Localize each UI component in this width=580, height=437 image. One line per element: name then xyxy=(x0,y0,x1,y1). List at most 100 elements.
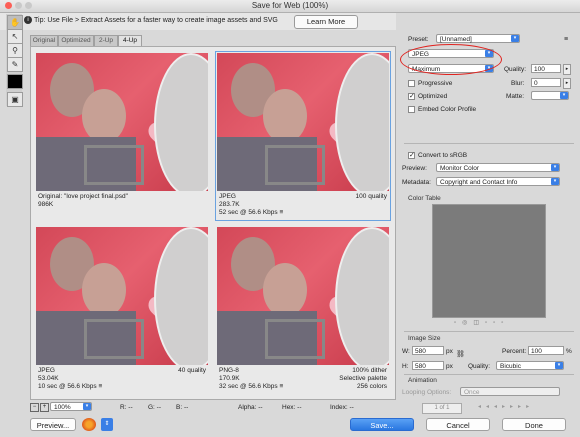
preview-cell-jpeg-40[interactable]: JPEG 53.04K 10 sec @ 56.6 Kbps ≡ 40 qual… xyxy=(34,225,210,395)
cell-menu-icon[interactable]: ≡ xyxy=(279,383,283,390)
metadata-label: Metadata: xyxy=(402,179,431,186)
link-icon[interactable]: ⛓ xyxy=(456,350,465,358)
matte-label: Matte: xyxy=(506,93,525,100)
matte-select[interactable]: ▾ xyxy=(531,91,569,100)
divider xyxy=(404,331,574,332)
woman-face xyxy=(82,263,126,317)
red-readout: R: -- xyxy=(120,404,133,411)
percent-label: Percent: xyxy=(502,348,527,355)
percent-unit: % xyxy=(566,348,572,355)
preview-button[interactable]: Preview... xyxy=(30,418,76,431)
toggle-slices-icon[interactable]: ▣ xyxy=(7,92,23,107)
circle-frame xyxy=(335,227,389,365)
done-button[interactable]: Done xyxy=(502,418,566,431)
selection-frame xyxy=(215,51,391,221)
cell-caption-left: PNG-8 170.9K 32 sec @ 56.6 Kbps ≡ xyxy=(219,367,284,390)
tip-bar: i Tip: Use File > Extract Assets for a f… xyxy=(0,13,396,30)
blur-label: Blur: xyxy=(511,80,525,87)
chevron-down-icon: ▾ xyxy=(511,35,519,42)
progressive-checkbox[interactable] xyxy=(408,80,415,87)
preview-select[interactable]: Monitor Color ▾ xyxy=(436,163,560,172)
image-size-label: Image Size xyxy=(408,335,441,342)
preview-panel: Original: "love project final.psd" 986K … xyxy=(30,46,396,400)
square-frame xyxy=(265,319,325,359)
embed-color-profile-label: Embed Color Profile xyxy=(418,106,477,113)
zoom-in-icon[interactable]: + xyxy=(40,403,49,412)
color-swatch[interactable] xyxy=(7,74,23,89)
embed-color-profile-checkbox[interactable] xyxy=(408,106,415,113)
cell-caption-right: 100% dither Selective palette 256 colors xyxy=(339,367,387,390)
hand-icon[interactable]: ✋ xyxy=(7,15,23,30)
optimized-label: Optimized xyxy=(418,93,448,100)
divider xyxy=(404,143,574,144)
blur-input[interactable]: 0 xyxy=(531,78,561,87)
annotation-circle xyxy=(400,44,502,75)
looping-options-select[interactable]: Once xyxy=(460,387,560,396)
save-button[interactable]: Save... xyxy=(350,418,414,431)
zoom-icon[interactable]: ⚲ xyxy=(7,43,23,58)
title-bar: Save for Web (100%) xyxy=(0,0,580,13)
tip-text: Tip: Use File > Extract Assets for a fas… xyxy=(34,17,278,24)
cell-menu-icon[interactable]: ≡ xyxy=(98,383,102,390)
quality-label: Quality: xyxy=(504,66,527,73)
hex-readout: Hex: -- xyxy=(282,404,302,411)
circle-frame xyxy=(154,53,208,191)
height-unit: px xyxy=(446,363,453,370)
blur-stepper[interactable]: ▸ xyxy=(563,78,571,89)
color-table-tools[interactable]: ▫◎◫▫▫▫ xyxy=(454,319,544,327)
preview-cell-original[interactable]: Original: "love project final.psd" 986K xyxy=(34,51,210,221)
dialog-buttons: Preview... ⇕ Save... Cancel Done xyxy=(0,414,580,437)
resample-quality-select[interactable]: Bicubic ▾ xyxy=(496,361,564,370)
height-input[interactable]: 580 xyxy=(412,361,444,370)
learn-more-button[interactable]: Learn More xyxy=(294,15,358,29)
preview-label: Preview: xyxy=(402,165,427,172)
width-input[interactable]: 580 xyxy=(412,346,444,355)
preset-select[interactable]: [Unnamed] ▾ xyxy=(436,34,520,43)
cell-caption-left: Original: "love project final.psd" 986K xyxy=(38,193,128,208)
optimize-settings-panel: Preset: [Unnamed] ▾ ≡ JPEG ▾ Maximum ▾ Qual… xyxy=(398,13,580,403)
preset-label: Preset: xyxy=(408,36,429,43)
square-frame xyxy=(84,319,144,359)
percent-input[interactable]: 100 xyxy=(528,346,564,355)
quality-input[interactable]: 100 xyxy=(531,64,561,73)
chevron-down-icon: ▾ xyxy=(560,92,568,99)
preview-image[interactable] xyxy=(36,227,208,365)
animation-label: Animation xyxy=(408,377,437,384)
browser-icon[interactable] xyxy=(82,418,96,431)
info-icon: i xyxy=(24,16,32,24)
quality-stepper[interactable]: ▸ xyxy=(563,64,571,75)
preview-cell-jpeg-100[interactable]: JPEG 283.7K 52 sec @ 56.6 Kbps ≡ 100 qua… xyxy=(215,51,391,221)
browser-select-arrow[interactable]: ⇕ xyxy=(101,418,113,431)
resample-quality-label: Quality: xyxy=(468,363,491,370)
divider xyxy=(404,374,574,375)
zoom-select[interactable]: 100% ▾ xyxy=(50,402,92,411)
zoom-out-icon[interactable]: − xyxy=(30,403,39,412)
playback-buttons[interactable]: ◂◂◂▸▸▸▸ xyxy=(478,403,534,410)
circle-frame xyxy=(154,227,208,365)
optimize-menu-icon[interactable]: ≡ xyxy=(564,36,568,43)
chevron-down-icon: ▾ xyxy=(551,164,559,171)
woman-face xyxy=(263,263,307,317)
preview-image[interactable] xyxy=(36,53,208,191)
alpha-readout: Alpha: -- xyxy=(238,404,263,411)
progressive-label: Progressive xyxy=(418,80,453,87)
cell-caption-left: JPEG 53.04K 10 sec @ 56.6 Kbps ≡ xyxy=(38,367,103,390)
color-table[interactable] xyxy=(432,204,546,318)
convert-srgb-checkbox[interactable]: ✓ xyxy=(408,152,415,159)
woman-face xyxy=(82,89,126,143)
optimized-checkbox[interactable]: ✓ xyxy=(408,93,415,100)
preview-cell-png-8[interactable]: PNG-8 170.9K 32 sec @ 56.6 Kbps ≡ 100% d… xyxy=(215,225,391,395)
looping-options-label: Looping Options: xyxy=(402,389,452,396)
preview-image[interactable] xyxy=(217,227,389,365)
frame-counter: 1 of 1 xyxy=(422,403,462,414)
cell-caption-right: 40 quality xyxy=(178,367,206,374)
cancel-button[interactable]: Cancel xyxy=(426,418,490,431)
chevron-down-icon: ▾ xyxy=(555,362,563,369)
metadata-select[interactable]: Copyright and Contact Info ▾ xyxy=(436,177,560,186)
status-bar: − + 100% ▾ R: -- G: -- B: -- Alpha: -- He… xyxy=(30,402,394,413)
convert-srgb-label: Convert to sRGB xyxy=(418,152,468,159)
index-readout: Index: -- xyxy=(330,404,354,411)
slice-select-icon[interactable]: ↖ xyxy=(7,29,23,44)
eyedropper-icon[interactable]: ✎ xyxy=(7,57,23,72)
height-label: H: xyxy=(402,363,409,370)
